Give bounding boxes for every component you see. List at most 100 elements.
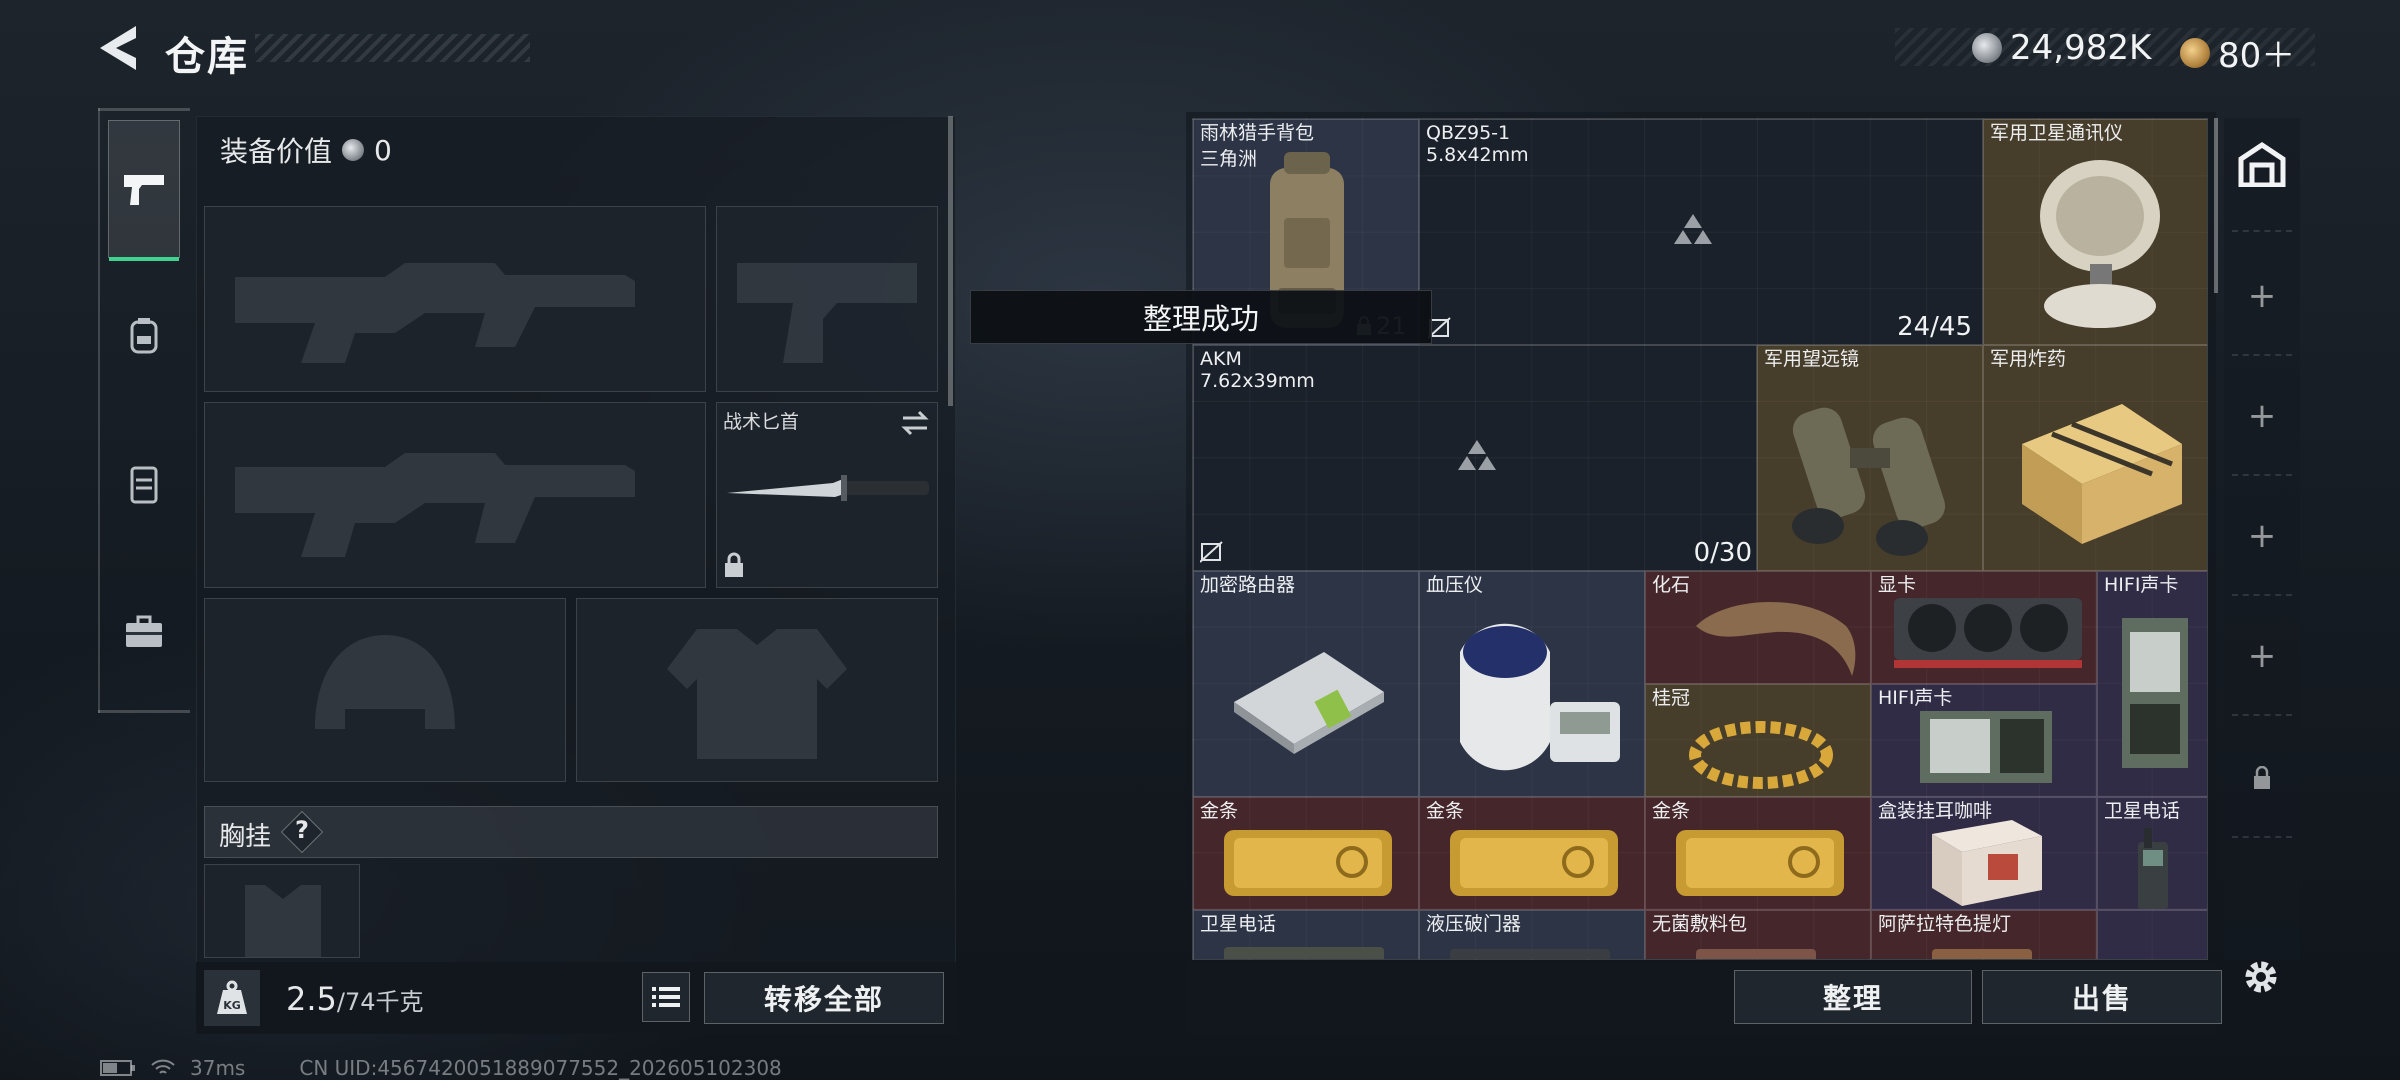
gold-currency[interactable]: 80＋ [2180,28,2295,77]
ammo-count: 0/30 [1693,538,1752,568]
primary-weapon-slot[interactable] [204,206,706,392]
add-container-button[interactable]: + [2224,396,2300,436]
stash-tab[interactable] [2234,136,2290,192]
chest-rig-header: 胸挂 ? [204,806,938,858]
ammo-count: 24/45 [1897,312,1972,342]
stash-item[interactable]: 液压破门器 [1419,910,1645,959]
settings-gear-icon[interactable] [2240,956,2282,998]
satellite-phone-icon [2138,828,2168,909]
stash-item[interactable]: HIFI声卡 [2097,571,2207,797]
nav-backpack-tab[interactable] [108,300,180,372]
nav-bottom-line [98,710,190,713]
nav-top-line [98,108,190,111]
sound-card-icon [1920,711,2052,783]
stash-item[interactable]: QBZ95-1 5.8x42mm 24/45 [1419,119,1983,345]
no-preview-icon [1200,541,1223,563]
sell-button[interactable]: 出售 [1982,970,2222,1024]
stash-item[interactable]: 军用望远镜 [1757,345,1983,571]
sound-card-icon [2122,618,2188,768]
secondary-weapon-slot[interactable] [204,402,706,588]
add-container-button[interactable]: + [2224,276,2300,316]
satellite-dish-icon [2040,160,2160,328]
item-subtitle: 5.8x42mm [1426,144,1529,166]
pistol-silhouette-icon [737,263,917,363]
item-name: AKM [1200,348,1242,370]
stash-item[interactable]: 金条 [1419,797,1645,910]
delta-logo-icon [1674,214,1712,244]
stash-item[interactable] [2097,910,2207,959]
stash-item[interactable]: 无菌敷料包 [1645,910,1871,959]
stash-item[interactable]: 化石 [1645,571,1871,684]
laurel-crown-icon [1689,721,1833,789]
chest-rig-slot[interactable] [204,864,360,958]
rail-divider [2232,474,2292,476]
item-name: 军用炸药 [1990,348,2067,370]
equip-value: 0 [374,133,392,167]
uid-text: CN UID:4567420051889077552_202605102308 [299,1056,782,1080]
silver-currency[interactable]: 24,982K [1972,28,2151,68]
stash-item[interactable]: 卫星电话 [2097,797,2207,910]
item-name: 军用望远镜 [1764,348,1860,370]
rail-divider [2232,836,2292,838]
coffee-box-icon [1932,820,2042,906]
sort-button[interactable]: 整理 [1734,970,1972,1024]
sidearm-slot[interactable] [716,206,938,392]
stash-item[interactable]: 金条 [1193,797,1419,910]
add-container-button[interactable]: + [2224,516,2300,556]
gold-bar-icon [1676,830,1844,896]
fossil-claw-icon [1696,601,1856,676]
item-name: 化石 [1652,574,1691,596]
helmet-silhouette-icon [315,635,455,729]
battery-icon [100,1060,135,1076]
stash-item[interactable]: 军用炸药 [1983,345,2207,571]
help-icon[interactable]: ? [295,816,309,844]
rail-divider [2232,594,2292,596]
melee-label: 战术匕首 [723,411,800,433]
weight-kg-icon: KG [217,980,247,1014]
weight-readout: 2.5 /74千克 [286,980,424,1018]
warehouse-icon [2238,141,2286,187]
briefcase-icon [126,615,162,647]
item-name: 军用卫星通讯仪 [1990,122,2124,144]
item-name: 加密路由器 [1200,574,1296,596]
stash-item[interactable]: HIFI声卡 [1871,684,2097,797]
stash-item[interactable]: 血压仪 [1419,571,1645,797]
stash-item[interactable]: 桂冠 [1645,684,1871,797]
item-name: 雨林猎手背包 [1200,122,1315,144]
page-title: 仓库 [165,34,249,80]
lock-icon[interactable] [2252,766,2272,790]
stash-scrollbar[interactable] [2214,118,2218,293]
weight-max: /74千克 [336,988,424,1016]
stash-item[interactable]: 加密路由器 [1193,571,1419,797]
nav-case-tab[interactable] [108,596,180,668]
transfer-all-button[interactable]: 转移全部 [704,972,944,1024]
back-button[interactable] [96,22,142,74]
stash-item[interactable]: 卫星电话 [1193,910,1419,959]
stash-item[interactable]: 显卡 [1871,571,2097,684]
rail-divider [2232,230,2292,232]
item-subtitle: 7.62x39mm [1200,370,1315,392]
armor-slot[interactable] [576,598,938,782]
weight-icon-box: KG [204,970,260,1026]
stash-item[interactable]: 金条 [1645,797,1871,910]
stash-item[interactable]: 军用卫星通讯仪 [1983,119,2207,345]
loadout-scrollbar[interactable] [948,116,953,406]
add-container-button[interactable]: + [2224,636,2300,676]
nav-weapons-tab[interactable] [108,120,180,261]
item-name: QBZ95-1 [1426,122,1511,144]
melee-slot[interactable]: 战术匕首 [716,402,938,588]
stash-grid: 雨林猎手背包 三角洲 QBZ95-1 5.8x42mm 24/45 军用卫星通讯… [1192,118,2208,960]
item-name: HIFI声卡 [2104,574,2179,596]
back-arrow-icon [100,26,136,70]
chest-rig-label: 胸挂 [219,822,272,852]
helmet-slot[interactable] [204,598,566,782]
stash-item[interactable]: 阿萨拉特色提灯 [1871,910,2097,959]
list-view-button[interactable] [642,972,690,1022]
wifi-icon [151,1059,175,1074]
nav-vest-tab[interactable] [108,448,180,520]
swap-icon[interactable] [899,409,931,437]
stash-item[interactable]: AKM 7.62x39mm 0/30 [1193,345,1757,571]
lantern-icon [1932,949,2032,959]
stash-item[interactable]: 盒装挂耳咖啡 [1871,797,2097,910]
item-name: 液压破门器 [1426,913,1522,935]
